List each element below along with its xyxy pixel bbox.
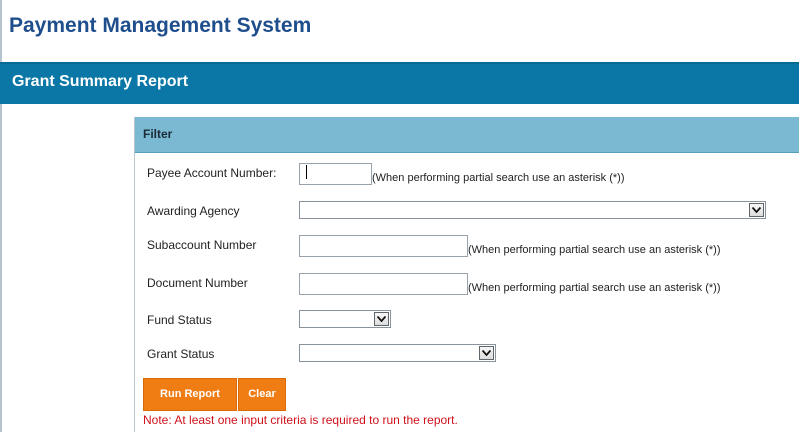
filter-header-label: Filter [143, 127, 173, 141]
grant-status-select[interactable] [299, 344, 496, 362]
payee-account-input[interactable] [299, 163, 372, 185]
fund-status-label: Fund Status [147, 313, 212, 327]
app-window: Payment Management System Grant Summary … [0, 0, 799, 432]
fund-status-select[interactable] [299, 310, 391, 328]
clear-button[interactable]: Clear [238, 378, 286, 411]
awarding-agency-select[interactable] [299, 201, 766, 219]
chevron-down-icon[interactable] [479, 346, 494, 360]
payee-account-hint: (When performing partial search use an a… [372, 172, 625, 184]
document-number-hint: (When performing partial search use an a… [468, 282, 721, 294]
subaccount-hint: (When performing partial search use an a… [468, 244, 721, 256]
subaccount-input[interactable] [299, 235, 468, 257]
document-number-input[interactable] [299, 273, 468, 295]
payee-account-label: Payee Account Number: [147, 166, 277, 180]
text-cursor [306, 165, 307, 179]
document-number-label: Document Number [147, 276, 248, 290]
awarding-agency-label: Awarding Agency [147, 204, 240, 218]
chevron-down-icon[interactable] [374, 312, 389, 326]
validation-note: Note: At least one input criteria is req… [143, 413, 458, 427]
subaccount-label: Subaccount Number [147, 238, 257, 252]
report-title: Grant Summary Report [12, 73, 189, 90]
report-banner: Grant Summary Report [0, 62, 799, 104]
chevron-down-icon[interactable] [749, 203, 764, 217]
grant-status-label: Grant Status [147, 347, 215, 361]
filter-header: Filter [135, 117, 799, 153]
app-title: Payment Management System [9, 14, 312, 37]
run-report-button[interactable]: Run Report [143, 378, 237, 411]
